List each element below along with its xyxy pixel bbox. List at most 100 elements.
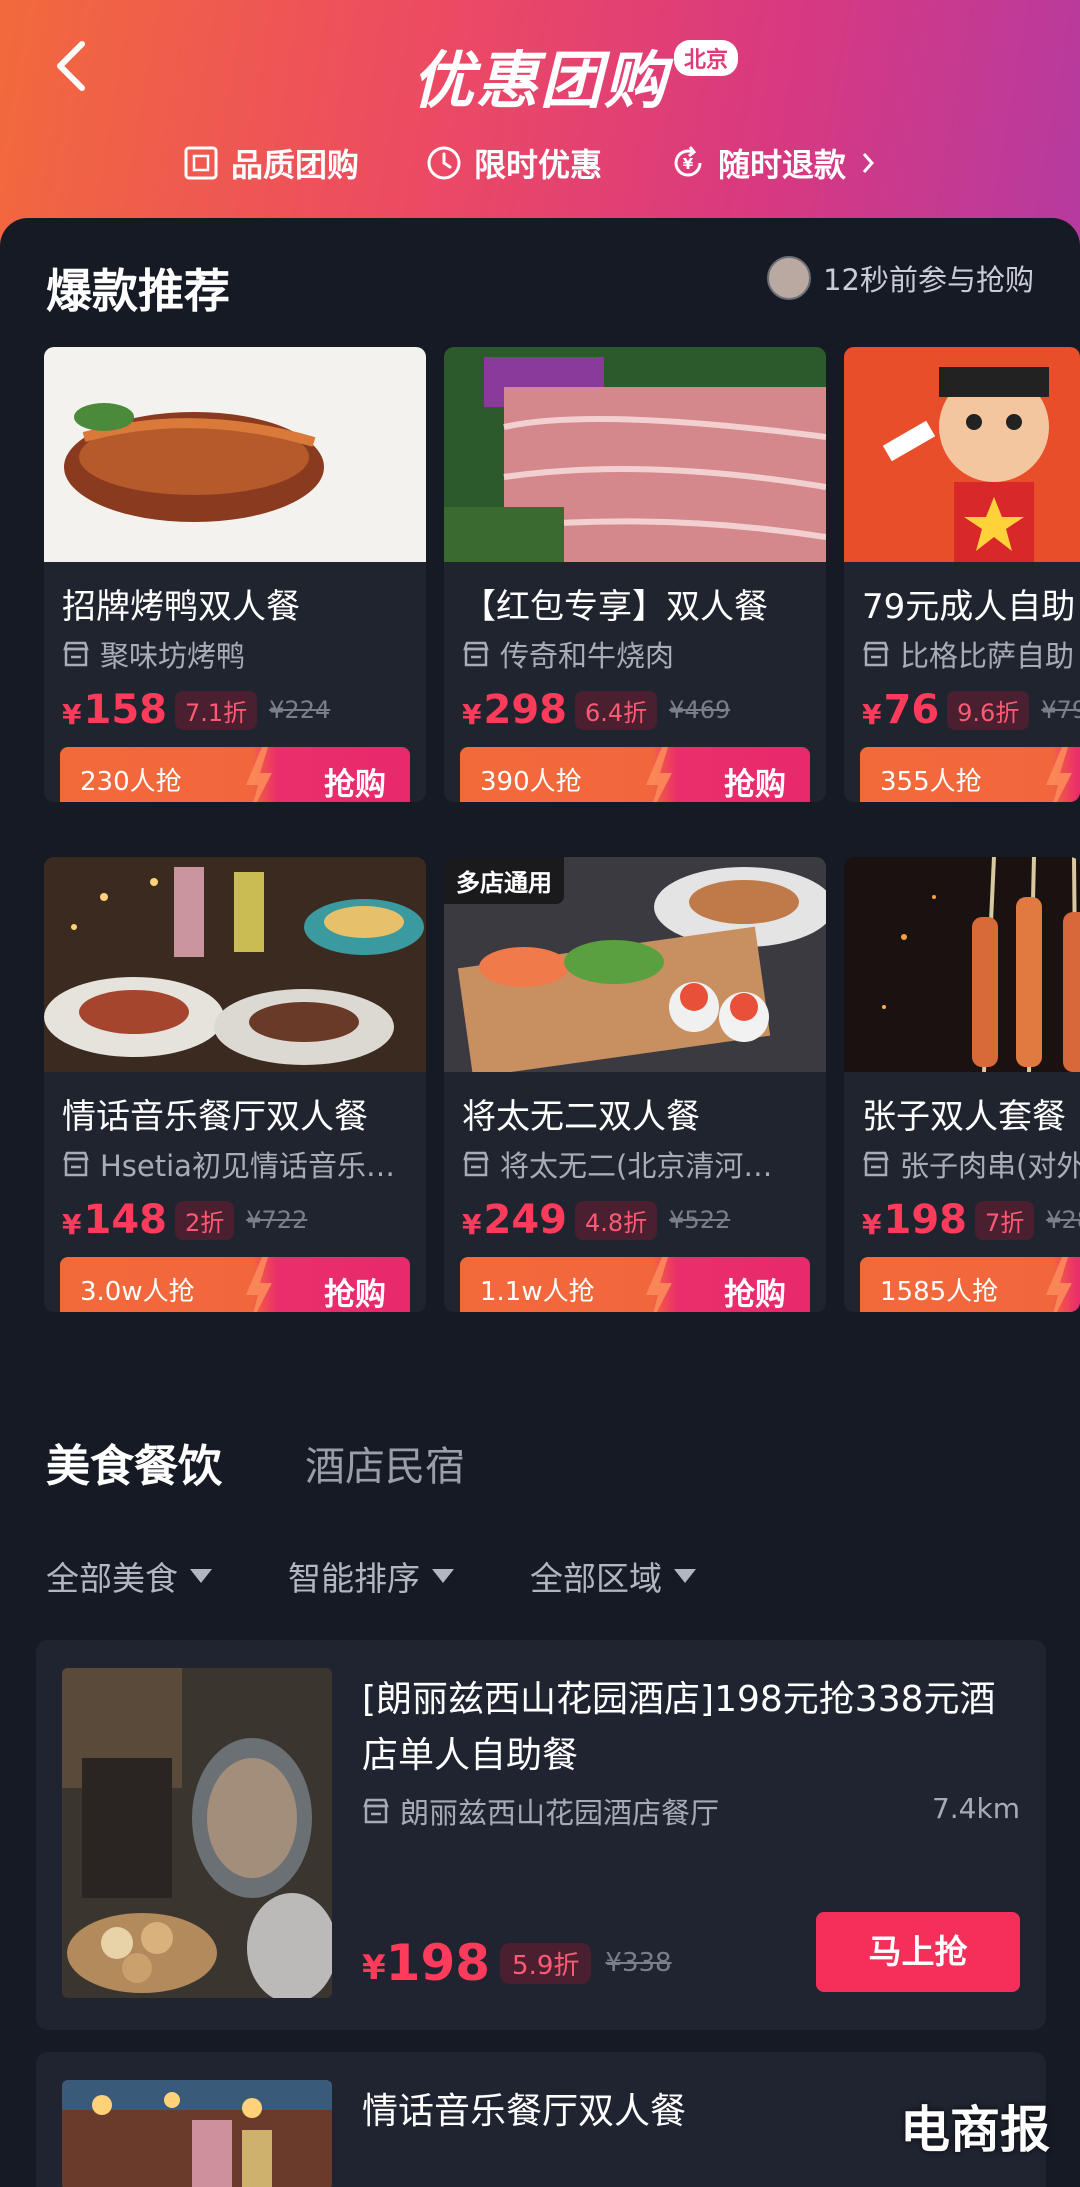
lightning-icon — [246, 1257, 272, 1312]
deal-card[interactable]: 79元成人自助比格比萨自助 ¥769.6折 ¥79 355人抢抢购 — [844, 347, 1080, 802]
tab-hotel[interactable]: 酒店民宿 — [305, 1434, 465, 1492]
discount-badge: 9.6折 — [947, 690, 1030, 730]
buy-button[interactable]: 230人抢 抢购 — [60, 747, 410, 802]
watermark: 电商报 — [900, 2101, 1050, 2159]
deal-image — [844, 857, 1080, 1072]
feature-label: 随时退款 — [718, 146, 847, 184]
grab-now-button[interactable]: 马上抢 — [816, 1912, 1020, 1992]
shop-name: 张子肉串(对外 — [862, 1143, 1080, 1185]
grab-count: 230人抢 — [80, 767, 182, 797]
deal-card[interactable]: 张子双人套餐张子肉串(对外 ¥1987折 ¥284 1585人抢抢购 — [844, 857, 1080, 1312]
price-row: ¥249 4.8折 ¥522 — [462, 1197, 730, 1243]
deal-name: 将太无二双人餐 — [462, 1097, 700, 1137]
shop-label: 传奇和牛烧肉 — [500, 639, 675, 673]
deal-image — [44, 857, 426, 1072]
shop-name: 聚味坊烤鸭 — [62, 633, 245, 675]
price: 249 — [483, 1197, 567, 1243]
deal-name: 79元成人自助 — [862, 587, 1076, 627]
group-buy-icon — [184, 146, 218, 180]
original-price: ¥722 — [246, 1206, 308, 1234]
page-title: 优惠团购 — [411, 44, 668, 117]
filter-sort[interactable]: 智能排序 — [288, 1552, 454, 1600]
discount-badge: 7.1折 — [174, 690, 258, 730]
feature-label: 限时优惠 — [474, 146, 603, 184]
shop-name: 传奇和牛烧肉 — [462, 633, 674, 675]
lightning-icon — [1046, 1257, 1072, 1312]
deal-image — [62, 1668, 332, 1998]
activity-text: 12秒前参与抢购 — [823, 263, 1034, 297]
buy-button[interactable]: 355人抢抢购 — [860, 747, 1080, 802]
grab-count: 1585人抢 — [880, 1277, 999, 1307]
deal-image — [844, 347, 1080, 562]
list-item[interactable]: [朗丽兹西山花园酒店]198元抢338元酒店单人自助餐 朗丽兹西山花园酒店餐厅 … — [36, 1640, 1046, 2030]
buy-label: 抢购 — [324, 767, 386, 802]
dropdown-triangle-icon — [674, 1569, 696, 1583]
buy-button[interactable]: 390人抢 抢购 — [460, 747, 810, 802]
feature-quality: 品质团购 — [183, 140, 359, 186]
deal-card[interactable]: 招牌烤鸭双人餐 聚味坊烤鸭 ¥158 7.1折 ¥224 230人抢 抢购 — [44, 347, 426, 802]
filter-area[interactable]: 全部区域 — [530, 1552, 696, 1600]
currency: ¥ — [62, 697, 82, 731]
currency: ¥ — [462, 697, 482, 731]
shop-icon — [363, 1798, 389, 1824]
refund-icon: ¥ — [674, 146, 702, 177]
price-row: ¥76 9.6折 ¥79 — [862, 687, 1080, 733]
filter-all-food[interactable]: 全部美食 — [46, 1552, 212, 1600]
tab-food[interactable]: 美食餐饮 — [46, 1430, 222, 1494]
dropdown-triangle-icon — [432, 1569, 454, 1583]
feature-label: 品质团购 — [231, 146, 360, 184]
discount-badge: 4.8折 — [574, 1200, 658, 1240]
feature-limited: 限时优惠 — [426, 140, 602, 186]
discount-badge: 5.9折 — [500, 1942, 592, 1984]
feature-refund: ¥ 随时退款 — [670, 140, 878, 186]
currency: ¥ — [62, 1207, 82, 1241]
lightning-icon — [646, 1257, 672, 1312]
price: 148 — [83, 1197, 167, 1243]
buy-button[interactable]: 1.1w人抢 抢购 — [460, 1257, 810, 1312]
avatar — [767, 256, 812, 300]
original-price: ¥284 — [1046, 1206, 1080, 1234]
filter-label: 智能排序 — [288, 1559, 420, 1598]
price: 298 — [483, 687, 567, 733]
shop-name: 将太无二(北京清河… — [462, 1143, 772, 1185]
buy-button[interactable]: 3.0w人抢 抢购 — [60, 1257, 410, 1312]
deal-card[interactable]: 情话音乐餐厅双人餐 Hsetia初见情话音乐… ¥148 2折 ¥722 3.0w人抢 抢购 — [44, 857, 426, 1312]
shop-name: Hsetia初见情话音乐… — [62, 1143, 395, 1185]
deal-name: 张子双人套餐 — [862, 1097, 1066, 1137]
original-price: ¥338 — [605, 1948, 672, 1978]
price: 198 — [883, 1197, 967, 1243]
original-price: ¥469 — [669, 696, 731, 724]
grab-count: 1.1w人抢 — [480, 1277, 595, 1307]
feature-bar[interactable]: 品质团购 限时优惠 ¥ 随时退款 — [0, 140, 1080, 190]
shop-name: 比格比萨自助 — [862, 633, 1074, 675]
distance: 7.4km — [931, 1792, 1020, 1825]
shop-name: 朗丽兹西山花园酒店餐厅 — [362, 1790, 719, 1832]
shop-icon — [63, 1151, 89, 1177]
grab-count: 3.0w人抢 — [80, 1277, 195, 1307]
clock-icon — [427, 146, 461, 180]
price: 76 — [883, 687, 940, 733]
shop-icon — [863, 641, 889, 667]
price-row: ¥158 7.1折 ¥224 — [62, 687, 330, 733]
deal-name: 【红包专享】双人餐 — [462, 587, 768, 627]
discount-badge: 7折 — [974, 1200, 1035, 1240]
filter-label: 全部美食 — [46, 1559, 178, 1598]
city-badge[interactable]: 北京 — [674, 40, 739, 76]
currency: ¥ — [462, 1207, 482, 1241]
deal-card[interactable]: 【红包专享】双人餐传奇和牛烧肉 ¥298 6.4折 ¥469 390人抢 抢购 — [444, 347, 826, 802]
buy-button[interactable]: 1585人抢抢购 — [860, 1257, 1080, 1312]
discount-badge: 6.4折 — [574, 690, 658, 730]
buy-label: 抢购 — [324, 1277, 386, 1312]
list-item[interactable]: 情话音乐餐厅双人餐 — [36, 2052, 1046, 2187]
shop-icon — [463, 1151, 489, 1177]
deal-image — [62, 2080, 332, 2187]
discount-badge: 2折 — [174, 1200, 235, 1240]
grab-count: 355人抢 — [880, 767, 982, 797]
price: 158 — [83, 687, 167, 733]
shop-icon — [463, 641, 489, 667]
deal-title: [朗丽兹西山花园酒店]198元抢338元酒店单人自助餐 — [362, 1679, 996, 1776]
deal-card[interactable]: 多店通用 将太无二双人餐 将太无二(北京清河… ¥249 4.8折 ¥522 1.1w人抢 抢… — [444, 857, 826, 1312]
lightning-icon — [1046, 747, 1072, 802]
price-row: ¥ 198 5.9折 ¥338 — [362, 1934, 672, 1992]
price-row: ¥1987折 ¥284 — [862, 1197, 1080, 1243]
